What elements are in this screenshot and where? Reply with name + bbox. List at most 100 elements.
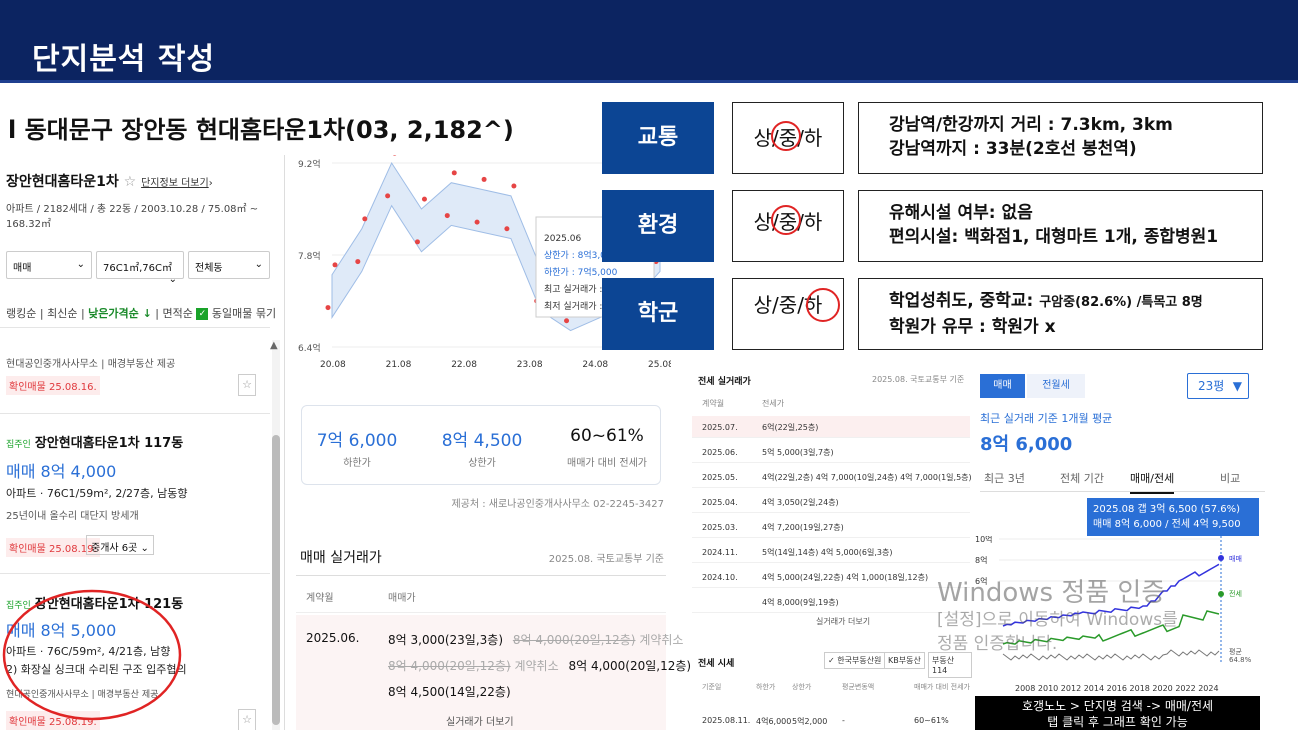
- favorite-star-icon[interactable]: ☆: [238, 374, 256, 396]
- low-price-label: 하한가: [343, 458, 371, 469]
- slide-title: 단지분석 작성: [32, 42, 216, 77]
- sort-recent[interactable]: 최신순: [47, 307, 77, 320]
- sort-rank[interactable]: 랭킹순: [6, 307, 36, 320]
- jeonse-month: 2024.10.: [702, 573, 738, 582]
- low-price-value: 7억 6,000: [316, 431, 398, 451]
- tooltip-line: 하한가 : 7억5,000: [544, 266, 618, 278]
- activation-watermark: Windows 정품 인증: [937, 578, 1166, 608]
- legend-label: 평균: [1229, 647, 1242, 656]
- jeonse-more-link[interactable]: 실거래가 더보기: [816, 616, 870, 627]
- tab-sale-jeonse[interactable]: 매매/전세: [1130, 470, 1175, 494]
- y-tick-label: 7.8억: [298, 250, 321, 262]
- tooltip-line: 상한가 : 8억3,0: [544, 249, 606, 261]
- level-circle-mark: [806, 288, 840, 322]
- legend-label: 매매: [1229, 555, 1242, 563]
- legend-label: 전세: [1229, 589, 1242, 598]
- y-tick-label: 8억: [975, 555, 987, 565]
- transaction-point: [325, 305, 331, 311]
- period-tabs: 최근 3년 전체 기간 매매/전세 비교: [980, 470, 1265, 494]
- agent-count-button[interactable]: 중개사 6곳 ⌄: [86, 535, 154, 555]
- legend-label: 64.8%: [1229, 656, 1252, 664]
- listing-agency: 현대공인중개사사무소 | 매경부동산 제공: [6, 359, 176, 370]
- jeonse-market-title: 전세 시세: [698, 659, 735, 669]
- market-cell: 2025.08.11.: [702, 716, 751, 725]
- year-axis: 2008 2010 2012 2014 2016 2018 2020 2022 …: [1015, 684, 1219, 693]
- level-circle-mark: [771, 121, 801, 151]
- complex-summary: 아파트 / 2182세대 / 총 22동 / 2003.10.28 / 75.0…: [6, 204, 259, 230]
- tab-recent3[interactable]: 최근 3년: [984, 470, 1025, 486]
- scrollbar-thumb[interactable]: [272, 435, 280, 725]
- sale-point: [1218, 555, 1224, 561]
- transaction-point: [444, 213, 450, 219]
- tab-compare[interactable]: 비교: [1220, 470, 1240, 486]
- tooltip-line: 최저 실거래가 :: [544, 301, 602, 312]
- jeonse-month: 2024.11.: [702, 548, 738, 557]
- jeonse-values: 4억(22일,2층) 4억 7,000(10일,24층) 4억 7,000(1일…: [762, 473, 972, 482]
- confirm-badge: 확인매물 25.08.16.: [6, 376, 100, 395]
- category-school: 학군: [602, 278, 714, 350]
- category-traffic: 교통: [602, 102, 714, 174]
- scroll-up-icon[interactable]: ▲: [270, 340, 278, 351]
- chevron-down-icon: ⌄: [76, 259, 85, 270]
- divider: [0, 413, 270, 414]
- market-cell: -: [842, 716, 845, 725]
- transaction-point: [474, 219, 480, 225]
- tooltip-line: 2025.06: [544, 234, 581, 244]
- jeonse-panel: 전세 실거래가 2025.08. 국토교통부 기준 계약월 전세가 2025.0…: [692, 368, 972, 730]
- transaction-point: [511, 183, 517, 189]
- market-cell: 60~61%: [914, 716, 949, 725]
- dropdown-triangle-icon: ▼: [1232, 379, 1242, 393]
- favorite-star-icon[interactable]: ☆: [124, 174, 137, 190]
- desc-school: 학업성취도, 중학교: 구암중(82.6%) /특목고 8명 학원가 유무 : …: [858, 278, 1263, 350]
- jeonse-row: 4억 8,000(9일,19층): [692, 591, 970, 613]
- pyeong-select[interactable]: 23평 ▼: [1187, 373, 1249, 399]
- listing-price: 매매 8억 4,000: [6, 462, 117, 481]
- tab-jeonse[interactable]: 전월세: [1027, 374, 1085, 398]
- trade-type-select[interactable]: 매매 ⌄: [6, 251, 92, 279]
- x-tick-label: 25.08: [648, 360, 671, 370]
- sort-low-price[interactable]: 낮은가격순 ↓: [88, 307, 152, 320]
- sort-area[interactable]: 면적순: [163, 307, 193, 320]
- market-col: 매매가 대비 전세가: [914, 683, 970, 691]
- x-tick-label: 22.08: [451, 360, 477, 370]
- transaction-point: [451, 170, 457, 176]
- sales-table-header: 계약월 매매가: [296, 575, 666, 613]
- category-environment: 환경: [602, 190, 714, 262]
- transaction-point: [414, 239, 420, 245]
- checkbox-icon[interactable]: ✓: [196, 308, 209, 320]
- tab-kab[interactable]: ✓ 한국부동산원: [824, 652, 886, 669]
- favorite-star-icon[interactable]: ☆: [238, 709, 256, 730]
- building-select[interactable]: 전체동 ⌄: [188, 251, 270, 279]
- complex-more-link[interactable]: 단지정보 더보기: [141, 178, 209, 189]
- x-tick-label: 20.08: [320, 360, 346, 370]
- market-col: 평균변동액: [842, 683, 875, 691]
- transaction-point: [332, 262, 338, 268]
- jeonse-source: 2025.08. 국토교통부 기준: [872, 375, 965, 384]
- jeonse-month: 2025.04.: [702, 498, 738, 507]
- graph-tooltip: 2025.08 갭 3억 6,500 (57.6%) 매매 8억 6,000 /…: [1087, 498, 1259, 536]
- sales-more-link[interactable]: 실거래가 더보기: [446, 713, 514, 728]
- tab-all[interactable]: 전체 기간: [1060, 470, 1104, 486]
- market-cell: 5억2,000: [792, 717, 828, 726]
- jeonse-values: 5억(14일,14층) 4억 5,000(6일,3층): [762, 548, 893, 557]
- transaction-point: [362, 216, 368, 222]
- jeonse-row: 2025.04. 4억 3,050(2일,24층): [692, 491, 970, 513]
- sales-table-row: 2025.06. 8억 3,000(23일,3층) 8억 4,000(20일,1…: [296, 615, 691, 730]
- same-listing-toggle[interactable]: 동일매물 묶기: [212, 307, 276, 320]
- market-col: 기준일: [702, 683, 722, 691]
- avg-value: 8억 6,000: [980, 434, 1073, 455]
- high-price-label: 상한가: [468, 458, 496, 469]
- provider-info: 제공처 : 새로나공인중개사사무소 02-2245-3427: [451, 499, 664, 510]
- y-tick-label: 9.2억: [298, 158, 321, 170]
- price-summary-box: 7억 6,000 하한가 8억 4,500 상한가 60~61% 매매가 대비 …: [301, 405, 661, 485]
- area-select[interactable]: 76C1㎡,76C㎡ ⌄: [96, 251, 184, 285]
- tab-sale[interactable]: 매매: [980, 374, 1025, 398]
- jeonse-values: 4억 8,000(9일,19층): [762, 598, 839, 607]
- activation-watermark-sub: [설정]으로 이동하여 Windows를 정품 인증합니다.: [937, 610, 1178, 654]
- tab-kb[interactable]: KB부동산: [884, 652, 925, 669]
- trend-graph-panel: 매매 전월세 23평 ▼ 최근 실거래 기준 1개월 평균 8억 6,000 최근…: [975, 368, 1265, 730]
- market-cell: 4억6,000: [756, 717, 792, 726]
- listing-title[interactable]: 집주인 장안현대홈타운1차 117동: [6, 432, 183, 451]
- sales-title: 매매 실거래가: [300, 550, 382, 566]
- location-title: l 동대문구 장안동 현대홈타운1차(03, 2,182^): [8, 116, 514, 144]
